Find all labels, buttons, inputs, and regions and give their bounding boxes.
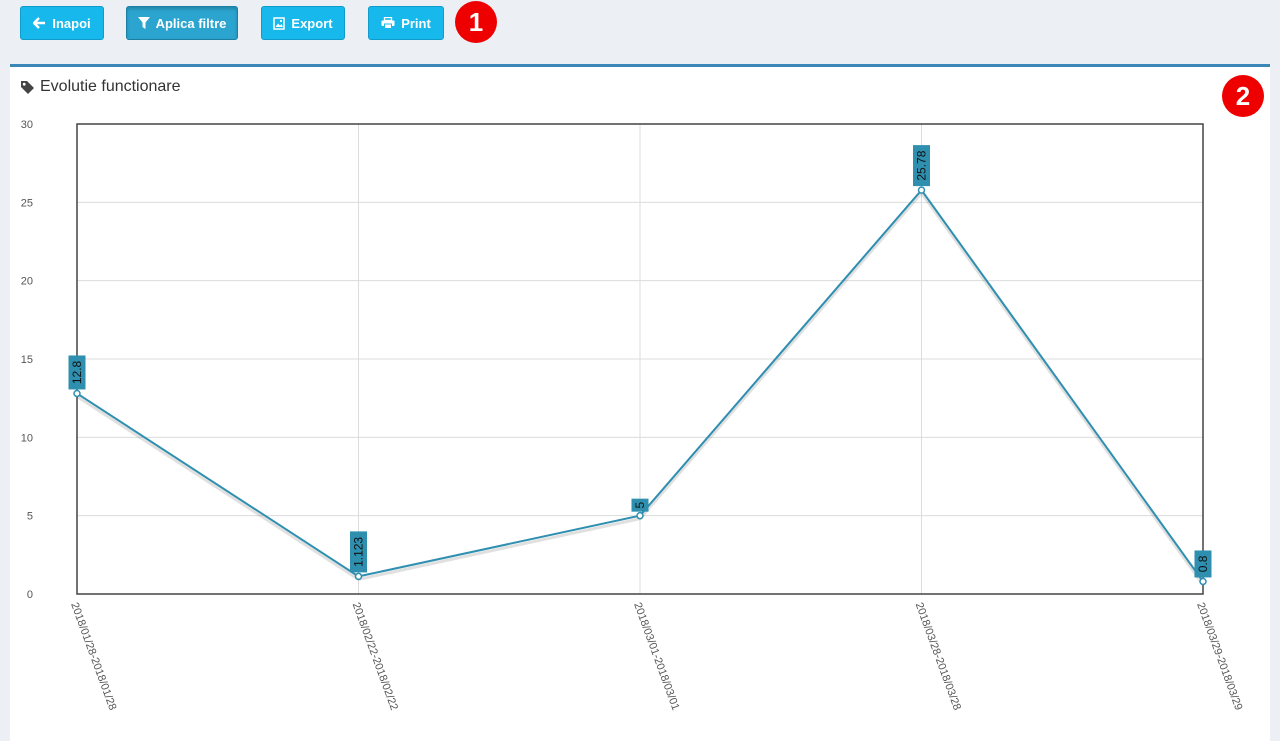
line-chart: 0 5 10 15 20 25 30 2018/01/28-2018/01/28 2018/02… bbox=[21, 119, 1245, 712]
chart-panel: Evolutie functionare 2 0 5 10 15 20 25 30 2018/… bbox=[10, 64, 1270, 741]
toolbar: Inapoi Aplica filtre Export Print 1 bbox=[0, 0, 1280, 64]
print-button[interactable]: Print bbox=[368, 6, 444, 40]
data-label: 1.123 bbox=[352, 537, 366, 567]
y-tick-label: 25 bbox=[21, 197, 33, 209]
data-label: 12.8 bbox=[70, 360, 84, 384]
back-button-label: Inapoi bbox=[52, 15, 91, 31]
data-point bbox=[636, 511, 644, 520]
x-tick-label: 2018/02/22-2018/02/22 bbox=[350, 601, 400, 712]
annotation-marker-1: 1 bbox=[455, 1, 497, 43]
apply-filters-label: Aplica filtre bbox=[155, 15, 227, 31]
filter-icon bbox=[137, 17, 150, 29]
x-tick-label: 2018/03/29-2018/03/29 bbox=[1194, 601, 1244, 712]
y-tick-label: 5 bbox=[27, 511, 33, 523]
y-tick-label: 10 bbox=[21, 432, 33, 444]
y-tick-label: 15 bbox=[21, 354, 33, 366]
printer-icon bbox=[381, 17, 395, 29]
y-tick-label: 0 bbox=[27, 589, 33, 601]
x-tick-label: 2018/03/28-2018/03/28 bbox=[913, 601, 963, 712]
data-label: 25.78 bbox=[915, 150, 929, 180]
x-tick-label: 2018/01/28-2018/01/28 bbox=[68, 601, 118, 712]
data-label: 5 bbox=[633, 502, 647, 509]
y-tick-label: 30 bbox=[21, 119, 33, 131]
data-point bbox=[1199, 577, 1207, 586]
image-file-icon bbox=[273, 16, 286, 30]
data-point bbox=[354, 572, 363, 581]
data-label: 0.8 bbox=[1196, 555, 1210, 572]
arrow-left-icon bbox=[33, 17, 46, 29]
apply-filters-button[interactable]: Aplica filtre bbox=[126, 6, 238, 40]
x-tick-label: 2018/03/01-2018/03/01 bbox=[631, 601, 681, 712]
export-button-label: Export bbox=[291, 15, 333, 31]
data-point bbox=[73, 389, 81, 398]
y-tick-label: 20 bbox=[21, 276, 33, 288]
export-button[interactable]: Export bbox=[261, 6, 345, 40]
data-point bbox=[917, 186, 926, 194]
back-button[interactable]: Inapoi bbox=[20, 6, 104, 40]
print-button-label: Print bbox=[401, 15, 431, 31]
